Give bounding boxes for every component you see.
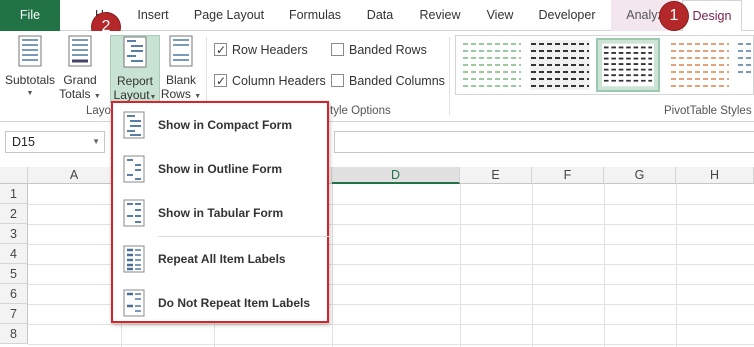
tab-formulas[interactable]: Formulas	[282, 0, 348, 31]
column-header-e[interactable]: E	[460, 167, 532, 184]
subtotals-label: Subtotals	[4, 73, 56, 87]
style-options-group-label: tyle Options	[330, 105, 391, 117]
menu-item-compact-form[interactable]: Show in Compact Form	[113, 105, 327, 145]
gridline	[604, 184, 605, 347]
compact-form-icon	[123, 111, 145, 139]
style-swatch-dark-gray[interactable]	[528, 38, 592, 92]
grand-totals-label-2: Totals ▼	[59, 87, 101, 101]
grand-totals-label-1: Grand	[63, 73, 97, 87]
report-layout-menu: Show in Compact Form Show in Outline For…	[111, 101, 330, 323]
tab-review[interactable]: Review	[412, 0, 468, 31]
row-header-6[interactable]: 6	[0, 284, 28, 304]
name-box[interactable]: D15 ▼	[5, 131, 105, 153]
report-layout-label-1: Report	[116, 74, 154, 88]
banded-rows-checkbox[interactable]	[331, 43, 344, 56]
style-swatch-orange[interactable]	[668, 38, 732, 92]
row-header-4[interactable]: 4	[0, 244, 28, 264]
layout-group-label: Layo	[86, 105, 111, 117]
tab-page-layout[interactable]: Page Layout	[188, 0, 270, 31]
tab-design[interactable]: Design	[682, 0, 742, 32]
banded-columns-checkbox[interactable]	[331, 74, 344, 87]
banded-rows-label: Banded Rows	[349, 43, 427, 57]
banded-rows-option[interactable]: Banded Rows	[331, 41, 427, 59]
tabular-form-icon	[123, 199, 145, 227]
tab-data[interactable]: Data	[358, 0, 402, 31]
gridline	[532, 184, 533, 347]
gridline	[676, 184, 677, 347]
column-header-f[interactable]: F	[532, 167, 604, 184]
formula-input[interactable]	[334, 131, 754, 153]
column-headers-label: Column Headers	[232, 74, 326, 88]
report-layout-icon	[123, 36, 147, 68]
column-headers-option[interactable]: Column Headers	[214, 72, 326, 90]
column-header-a[interactable]: A	[28, 167, 121, 184]
column-header-d[interactable]: D	[332, 167, 460, 184]
group-separator	[449, 37, 450, 115]
subtotals-button[interactable]: Subtotals ▼	[2, 35, 58, 103]
gridline	[460, 184, 461, 347]
row-header-8[interactable]: 8	[0, 324, 28, 344]
row-headers-checkbox[interactable]	[214, 41, 227, 59]
subtotals-caret: ▼	[26, 90, 34, 97]
menu-item-outline-form[interactable]: Show in Outline Form	[113, 149, 327, 189]
gridline	[332, 184, 333, 347]
tab-view[interactable]: View	[478, 0, 522, 31]
pivot-styles-group-label: PivotTable Styles	[664, 105, 752, 117]
tab-insert[interactable]: Insert	[128, 0, 178, 31]
row-header-7[interactable]: 7	[0, 304, 28, 324]
repeat-labels-icon	[123, 245, 145, 273]
menu-item-label: Show in Tabular Form	[158, 206, 284, 220]
tab-file[interactable]: File	[0, 0, 60, 31]
menu-item-repeat-all-labels[interactable]: Repeat All Item Labels	[113, 239, 327, 279]
column-header-h[interactable]: H	[676, 167, 754, 184]
blank-rows-button[interactable]: Blank Rows ▼	[160, 35, 202, 103]
report-layout-button[interactable]: Report Layout▼	[110, 35, 160, 103]
style-swatch-partial[interactable]	[736, 38, 753, 92]
grand-totals-button[interactable]: Grand Totals ▼	[58, 35, 102, 103]
style-swatch-selected[interactable]	[596, 38, 660, 92]
select-all-corner[interactable]	[0, 167, 28, 184]
blank-rows-icon	[169, 35, 193, 67]
blank-rows-label-1: Blank	[165, 73, 197, 87]
menu-item-label: Do Not Repeat Item Labels	[158, 296, 311, 310]
row-headers-option[interactable]: Row Headers	[214, 41, 308, 59]
row-header-5[interactable]: 5	[0, 264, 28, 284]
menu-item-label: Repeat All Item Labels	[158, 252, 286, 266]
subtotals-icon	[18, 35, 42, 67]
step-badge-1: 1	[660, 2, 688, 30]
outline-form-icon	[123, 155, 145, 183]
column-header-g[interactable]: G	[604, 167, 676, 184]
row-header-3[interactable]: 3	[0, 224, 28, 244]
row-header-2[interactable]: 2	[0, 204, 28, 224]
menu-item-label: Show in Compact Form	[158, 118, 293, 132]
row-header-1[interactable]: 1	[0, 184, 28, 204]
style-swatch-light-green[interactable]	[460, 38, 524, 92]
gridline	[28, 344, 754, 345]
menu-separator	[158, 236, 330, 237]
menu-item-label: Show in Outline Form	[158, 162, 282, 176]
no-repeat-labels-icon	[123, 289, 145, 317]
banded-columns-option[interactable]: Banded Columns	[331, 72, 445, 90]
name-box-dropdown-icon[interactable]: ▼	[92, 132, 100, 152]
banded-columns-label: Banded Columns	[349, 74, 445, 88]
menu-item-tabular-form[interactable]: Show in Tabular Form	[113, 193, 327, 233]
gridline	[28, 324, 754, 325]
tab-developer[interactable]: Developer	[532, 0, 602, 31]
pivot-styles-gallery	[455, 35, 754, 95]
row-headers-label: Row Headers	[232, 43, 308, 57]
menu-item-do-not-repeat-labels[interactable]: Do Not Repeat Item Labels	[113, 283, 327, 323]
grand-totals-icon	[68, 35, 92, 67]
column-headers-checkbox[interactable]	[214, 72, 227, 90]
